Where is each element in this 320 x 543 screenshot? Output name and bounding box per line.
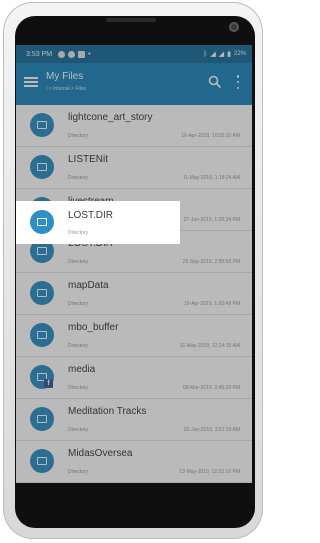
item-name: mapData	[68, 280, 109, 291]
folder-icon	[30, 407, 54, 431]
image-notification-icon	[78, 50, 86, 58]
folder-icon	[30, 155, 54, 179]
folder-icon	[30, 323, 54, 347]
list-item[interactable]: MidasOversea Directory 13-May-2019, 12:2…	[16, 441, 252, 483]
signal-icon: ◢	[218, 51, 225, 58]
item-date: 11-May-2019, 12:24:15 AM	[180, 343, 240, 349]
list-item[interactable]: f media Directory 08-Mar-2019, 2:45:28 P…	[16, 357, 252, 399]
item-name: lightcone_art_story	[68, 112, 153, 123]
battery-icon: ▮	[227, 51, 231, 58]
wifi-icon: ◢	[210, 51, 216, 58]
item-name: Meditation Tracks	[68, 406, 147, 417]
item-type: Directory	[68, 301, 89, 307]
folder-icon	[30, 449, 54, 473]
list-item[interactable]: Meditation Tracks Directory 02-Jun-2019,…	[16, 399, 252, 441]
file-list: lightcone_art_story Directory 16-Apr-201…	[16, 105, 252, 483]
item-name: LISTENit	[68, 154, 109, 165]
item-type: Directory	[68, 230, 89, 236]
item-date: 08-Mar-2019, 2:45:28 PM	[183, 385, 240, 391]
menu-icon[interactable]	[24, 75, 38, 89]
item-type: Directory	[68, 427, 89, 433]
list-item[interactable]: lightcone_art_story Directory 16-Apr-201…	[16, 105, 252, 147]
item-date: 02-Jun-2019, 3:51:19 AM	[183, 427, 240, 433]
item-date: 27-Jan-2019, 1:29:34 PM	[183, 217, 240, 223]
item-name: LOST.DIR	[68, 210, 114, 221]
list-item[interactable]: mapData Directory 19-Apr-2019, 1:02:49 P…	[16, 273, 252, 315]
item-name: MidasOversea	[68, 448, 133, 459]
search-icon[interactable]	[208, 75, 222, 89]
folder-icon	[30, 113, 54, 137]
item-name: mbo_buffer	[68, 322, 119, 333]
list-item[interactable]: LISTENit Directory 11-May-2019, 1:18:24 …	[16, 147, 252, 189]
front-camera	[229, 22, 239, 32]
more-options-icon[interactable]	[234, 75, 242, 89]
bluetooth-icon: ᛒ	[203, 50, 208, 58]
app-title: My Files	[46, 71, 84, 82]
item-type: Directory	[68, 385, 89, 391]
app-notification-icon	[68, 50, 76, 58]
folder-icon	[30, 281, 54, 305]
breadcrumb[interactable]: / > Internal > Files	[46, 86, 86, 92]
overflow-notification-icon: •	[88, 50, 91, 58]
item-type: Directory	[68, 175, 89, 181]
earpiece	[106, 18, 156, 22]
list-item[interactable]: mbo_buffer Directory 11-May-2019, 12:24:…	[16, 315, 252, 357]
item-type: Directory	[68, 343, 89, 349]
screen: 3:53 PM • ᛒ ◢ ◢ ▮ 22% My Files / > Inter…	[16, 45, 252, 483]
item-name: media	[68, 364, 96, 375]
item-date: 13-May-2019, 12:22:16 PM	[179, 469, 240, 475]
item-type: Directory	[68, 259, 89, 265]
item-type: Directory	[68, 469, 89, 475]
folder-icon	[30, 210, 54, 234]
highlighted-item-lost-dir[interactable]: LOST.DIR Directory	[16, 201, 180, 244]
item-date: 11-May-2019, 1:18:24 AM	[182, 175, 240, 181]
status-time: 3:53 PM	[26, 50, 53, 58]
item-date: 19-Apr-2019, 1:02:49 PM	[183, 301, 240, 307]
app-bar: My Files / > Internal > Files	[16, 63, 252, 105]
item-date: 16-Apr-2019, 10:02:31 AM	[181, 133, 240, 139]
item-date: 26-Sep-2018, 2:55:58 PM	[182, 259, 240, 265]
notification-icon	[58, 50, 66, 58]
folder-facebook-icon: f	[30, 365, 54, 389]
battery-percentage: 22%	[233, 51, 246, 57]
status-bar: 3:53 PM • ᛒ ◢ ◢ ▮ 22%	[16, 45, 252, 63]
item-type: Directory	[68, 133, 89, 139]
